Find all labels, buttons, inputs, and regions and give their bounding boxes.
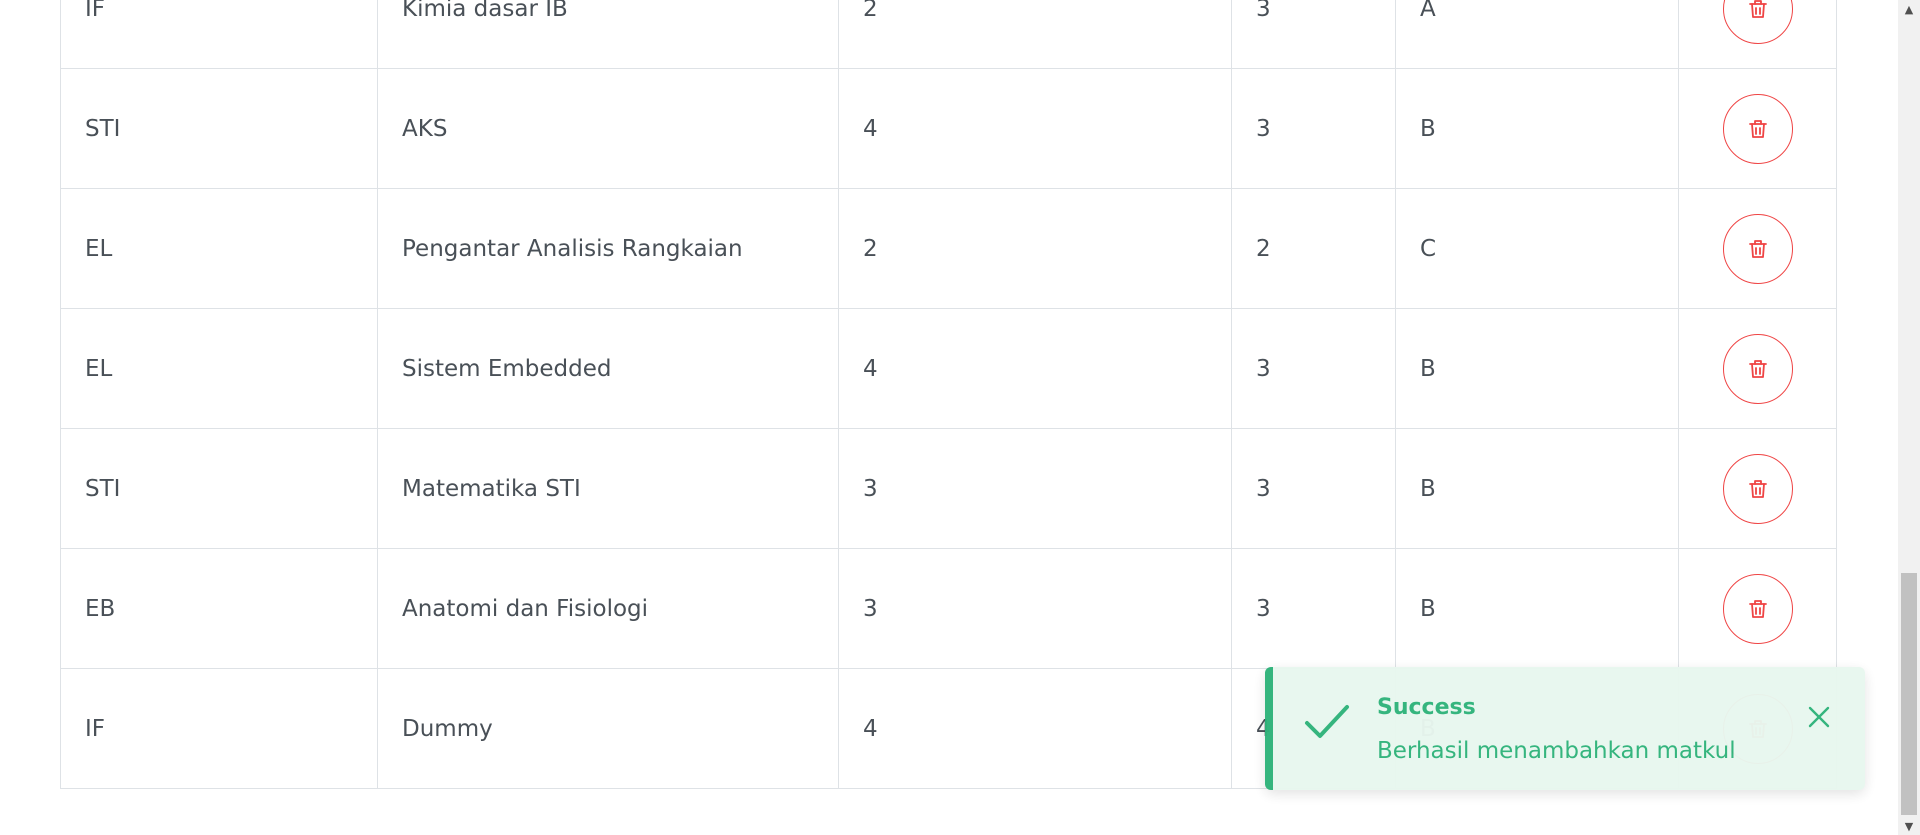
sks-cell: 3 xyxy=(1231,308,1396,429)
toast-message: Berhasil menambahkan matkul xyxy=(1377,738,1736,764)
matkul-cell: AKS xyxy=(377,68,839,189)
matkul-cell: Pengantar Analisis Rangkaian xyxy=(377,188,839,309)
nilai-cell: C xyxy=(1395,188,1679,309)
prodi-cell: EL xyxy=(60,188,378,309)
nilai-cell: B xyxy=(1395,308,1679,429)
prodi-cell: STI xyxy=(60,428,378,549)
trash-icon xyxy=(1748,119,1767,138)
action-cell xyxy=(1678,188,1837,309)
prodi-cell: EL xyxy=(60,308,378,429)
table-row: EL Sistem Embedded 4 3 B xyxy=(60,308,1837,429)
trash-icon xyxy=(1748,359,1767,378)
semester-cell: 4 xyxy=(838,68,1232,189)
trash-icon xyxy=(1748,239,1767,258)
success-toast: Success Berhasil menambahkan matkul xyxy=(1265,667,1865,790)
semester-cell: 3 xyxy=(838,428,1232,549)
delete-button[interactable] xyxy=(1722,0,1793,44)
table-row: STI Matematika STI 3 3 B xyxy=(60,428,1837,549)
table-row: EL Pengantar Analisis Rangkaian 2 2 C xyxy=(60,188,1837,309)
table-row: IF Kimia dasar IB 2 3 A xyxy=(60,0,1837,69)
matkul-cell: Matematika STI xyxy=(377,428,839,549)
action-cell xyxy=(1678,308,1837,429)
action-cell xyxy=(1678,548,1837,669)
sks-cell: 3 xyxy=(1231,548,1396,669)
scrollbar-thumb[interactable] xyxy=(1901,573,1917,815)
semester-cell: 2 xyxy=(838,0,1232,69)
action-cell xyxy=(1678,68,1837,189)
nilai-cell: B xyxy=(1395,548,1679,669)
check-icon xyxy=(1305,705,1349,738)
delete-button[interactable] xyxy=(1722,93,1793,164)
table-row: STI AKS 4 3 B xyxy=(60,68,1837,189)
toast-close-button[interactable] xyxy=(1805,703,1833,731)
scroll-up-arrow[interactable]: ▲ xyxy=(1898,0,1920,18)
matkul-cell: Kimia dasar IB xyxy=(377,0,839,69)
scroll-down-arrow[interactable]: ▼ xyxy=(1898,817,1920,835)
sks-cell: 3 xyxy=(1231,428,1396,549)
close-icon xyxy=(1808,706,1830,728)
action-cell xyxy=(1678,428,1837,549)
sks-cell: 3 xyxy=(1231,68,1396,189)
matkul-cell: Anatomi dan Fisiologi xyxy=(377,548,839,669)
nilai-cell: A xyxy=(1395,0,1679,69)
sks-cell: 2 xyxy=(1231,188,1396,309)
delete-button[interactable] xyxy=(1722,573,1793,644)
vertical-scrollbar[interactable]: ▲ ▼ xyxy=(1898,0,1920,835)
delete-button[interactable] xyxy=(1722,453,1793,524)
prodi-cell: EB xyxy=(60,548,378,669)
trash-icon xyxy=(1748,599,1767,618)
matkul-cell: Dummy xyxy=(377,668,839,789)
semester-cell: 2 xyxy=(838,188,1232,309)
delete-button[interactable] xyxy=(1722,333,1793,404)
prodi-cell: IF xyxy=(60,0,378,69)
delete-button[interactable] xyxy=(1722,213,1793,284)
matkul-cell: Sistem Embedded xyxy=(377,308,839,429)
semester-cell: 4 xyxy=(838,668,1232,789)
semester-cell: 3 xyxy=(838,548,1232,669)
trash-icon xyxy=(1748,479,1767,498)
prodi-cell: STI xyxy=(60,68,378,189)
prodi-cell: IF xyxy=(60,668,378,789)
trash-icon xyxy=(1748,0,1767,18)
semester-cell: 4 xyxy=(838,308,1232,429)
nilai-cell: B xyxy=(1395,428,1679,549)
action-cell xyxy=(1678,0,1837,69)
nilai-cell: B xyxy=(1395,68,1679,189)
sks-cell: 3 xyxy=(1231,0,1396,69)
toast-title: Success xyxy=(1377,695,1476,720)
table-row: EB Anatomi dan Fisiologi 3 3 B xyxy=(60,548,1837,669)
